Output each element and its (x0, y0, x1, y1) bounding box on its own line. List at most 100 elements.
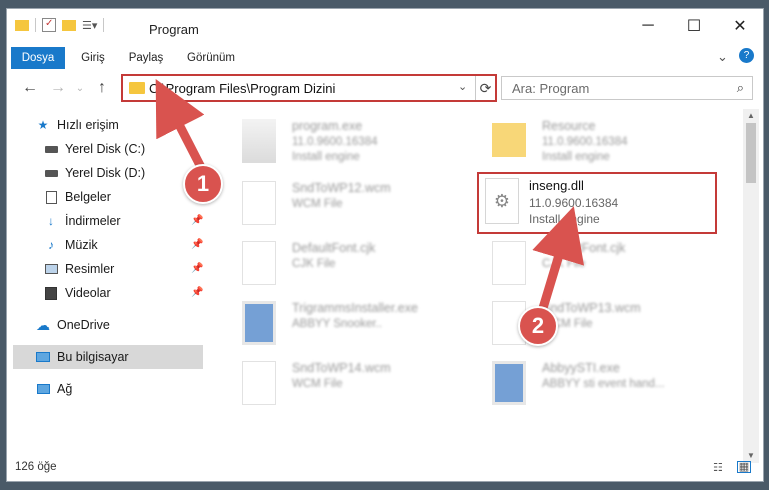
pin-icon[interactable]: 📌 (191, 215, 203, 226)
sidebar-item-label: OneDrive (57, 318, 110, 332)
item-count: 126 öğe (15, 461, 57, 473)
sidebar-item-label: Müzik (65, 238, 98, 252)
search-box[interactable]: Ara: Program ⌕ (501, 76, 753, 100)
file-detail: ABBYY sti event hand... (542, 378, 665, 390)
list-item[interactable]: Resource 11.0.9600.16384 Install engine (472, 113, 712, 173)
dll-gear-icon: ⚙ (485, 178, 519, 224)
music-icon: ♪ (48, 238, 54, 252)
tab-file[interactable]: Dosya (11, 47, 65, 69)
drive-icon (43, 141, 59, 157)
window-title: Program (149, 22, 199, 37)
file-detail: ABBYY Snooker.. (292, 318, 382, 330)
close-button[interactable]: ✕ (717, 9, 763, 42)
file-name: DefaultFont.cjk (292, 241, 376, 255)
tab-view[interactable]: Görünüm (179, 47, 243, 69)
sidebar-item-drive-d[interactable]: Yerel Disk (D:) (43, 161, 145, 185)
file-list: program.exe 11.0.9600.16384 Install engi… (212, 109, 742, 463)
file-name: program.exe (292, 119, 363, 133)
file-detail: WCM File (292, 378, 343, 390)
file-detail: CJK File (292, 258, 336, 270)
maximize-button[interactable]: ☐ (671, 9, 717, 42)
address-bar[interactable]: C:\Program Files\Program Dizini ⌄ ⟳ (121, 74, 497, 102)
cloud-icon: ☁ (36, 316, 50, 333)
scroll-thumb[interactable] (746, 123, 756, 183)
sidebar-item-videos[interactable]: Videolar (43, 281, 111, 305)
scroll-up-icon[interactable]: ▲ (743, 109, 759, 123)
pin-icon[interactable]: 📌 (191, 239, 203, 250)
sidebar-item-this-pc[interactable]: Bu bilgisayar (13, 345, 203, 369)
sidebar-item-drive-c[interactable]: Yerel Disk (C:) (43, 137, 145, 161)
tab-home[interactable]: Giriş (71, 47, 115, 69)
list-item[interactable]: DefaultFont.cjk CJK File (472, 235, 712, 295)
vertical-scrollbar[interactable]: ▲ ▼ (743, 109, 759, 463)
list-item[interactable]: program.exe 11.0.9600.16384 Install engi… (222, 113, 462, 173)
search-placeholder: Ara: Program (512, 81, 590, 96)
folder-icon (492, 123, 526, 157)
sidebar-item-label: Videolar (65, 286, 111, 300)
network-icon (35, 381, 51, 397)
step-badge-1: 1 (183, 164, 223, 204)
file-name: AbbyySTI.exe (542, 361, 620, 375)
list-item[interactable]: SndToWP14.wcm WCM File (222, 355, 462, 415)
chevron-down-icon[interactable]: ⌄ (458, 80, 467, 93)
file-icon (492, 241, 526, 285)
list-item[interactable]: SndToWP13.wcm WCM File (472, 295, 712, 355)
computer-icon (35, 349, 51, 365)
list-item[interactable]: AbbyySTI.exe ABBYY sti event hand... (472, 355, 712, 415)
sidebar-item-label: Ağ (57, 382, 73, 396)
file-icon (242, 361, 276, 405)
sidebar-item-label: Hızlı erişim (57, 118, 119, 132)
help-icon[interactable]: ? (739, 48, 754, 63)
expand-ribbon-icon[interactable]: ⌄ (717, 49, 728, 65)
recent-locations-icon[interactable]: ⌄ (69, 75, 91, 101)
pin-icon[interactable]: 📌 (191, 287, 203, 298)
folder-icon (129, 82, 145, 94)
list-item[interactable]: SndToWP12.wcm WCM File (222, 175, 462, 235)
file-icon (242, 241, 276, 285)
file-detail: WCM File (292, 198, 343, 210)
back-button[interactable]: ← (19, 75, 41, 101)
pin-icon[interactable]: 📌 (191, 263, 203, 274)
customize-icon[interactable]: ☰▾ (82, 19, 97, 32)
drive-icon (43, 165, 59, 181)
sidebar-item-music[interactable]: ♪ Müzik (43, 233, 98, 257)
highlighted-file-inseng-dll[interactable]: ⚙ inseng.dll 11.0.9600.16384 Install eng… (477, 172, 717, 234)
sidebar-item-documents[interactable]: Belgeler (43, 185, 111, 209)
refresh-button[interactable]: ⟳ (475, 76, 495, 100)
quick-access-toolbar: ✓ ☰▾ (15, 18, 105, 32)
folder-icon[interactable] (15, 19, 29, 31)
sidebar-item-pictures[interactable]: Resimler (43, 257, 114, 281)
new-folder-icon[interactable] (62, 19, 76, 31)
address-path[interactable]: C:\Program Files\Program Dizini (149, 81, 335, 96)
installer-icon (492, 361, 526, 405)
forward-button[interactable]: → (47, 75, 69, 101)
file-name: SndToWP13.wcm (542, 301, 641, 315)
tab-share[interactable]: Paylaş (121, 47, 171, 69)
explorer-window: ✓ ☰▾ Program ─ ☐ ✕ Dosya Giriş Paylaş Gö… (6, 8, 764, 482)
sidebar-item-onedrive[interactable]: ☁ OneDrive (35, 313, 110, 337)
sidebar-item-quick-access[interactable]: ★ Hızlı erişim (35, 113, 119, 137)
list-item[interactable]: TrigrammsInstaller.exe ABBYY Snooker.. (222, 295, 462, 355)
details-view-icon[interactable]: ☷ (713, 461, 723, 474)
large-icons-view-icon[interactable]: ▦ (737, 461, 751, 473)
file-icon (242, 181, 276, 225)
list-item[interactable]: DefaultFont.cjk CJK File (222, 235, 462, 295)
file-detail: CJK File (542, 258, 586, 270)
file-detail: Install engine (542, 151, 610, 163)
search-icon[interactable]: ⌕ (737, 80, 744, 96)
sidebar-item-label: Bu bilgisayar (57, 350, 129, 364)
separator (103, 18, 105, 32)
properties-icon[interactable]: ✓ (42, 18, 56, 32)
exe-file-icon (242, 119, 276, 163)
ribbon-tabs: Dosya Giriş Paylaş Görünüm ⌄ ? (7, 47, 763, 69)
sidebar-item-label: Yerel Disk (C:) (65, 142, 146, 156)
up-button[interactable]: ↑ (91, 75, 113, 101)
sidebar-item-network[interactable]: Ağ (35, 377, 72, 401)
title-bar: ✓ ☰▾ Program ─ ☐ ✕ (7, 9, 763, 42)
sidebar-item-label: Belgeler (65, 190, 111, 204)
sidebar-item-downloads[interactable]: ↓ İndirmeler (43, 209, 121, 233)
minimize-button[interactable]: ─ (625, 9, 671, 42)
sidebar-item-label: Resimler (65, 262, 115, 276)
star-icon: ★ (37, 118, 49, 132)
navigation-pane: ★ Hızlı erişim Yerel Disk (C:) Yerel Dis… (7, 109, 205, 463)
